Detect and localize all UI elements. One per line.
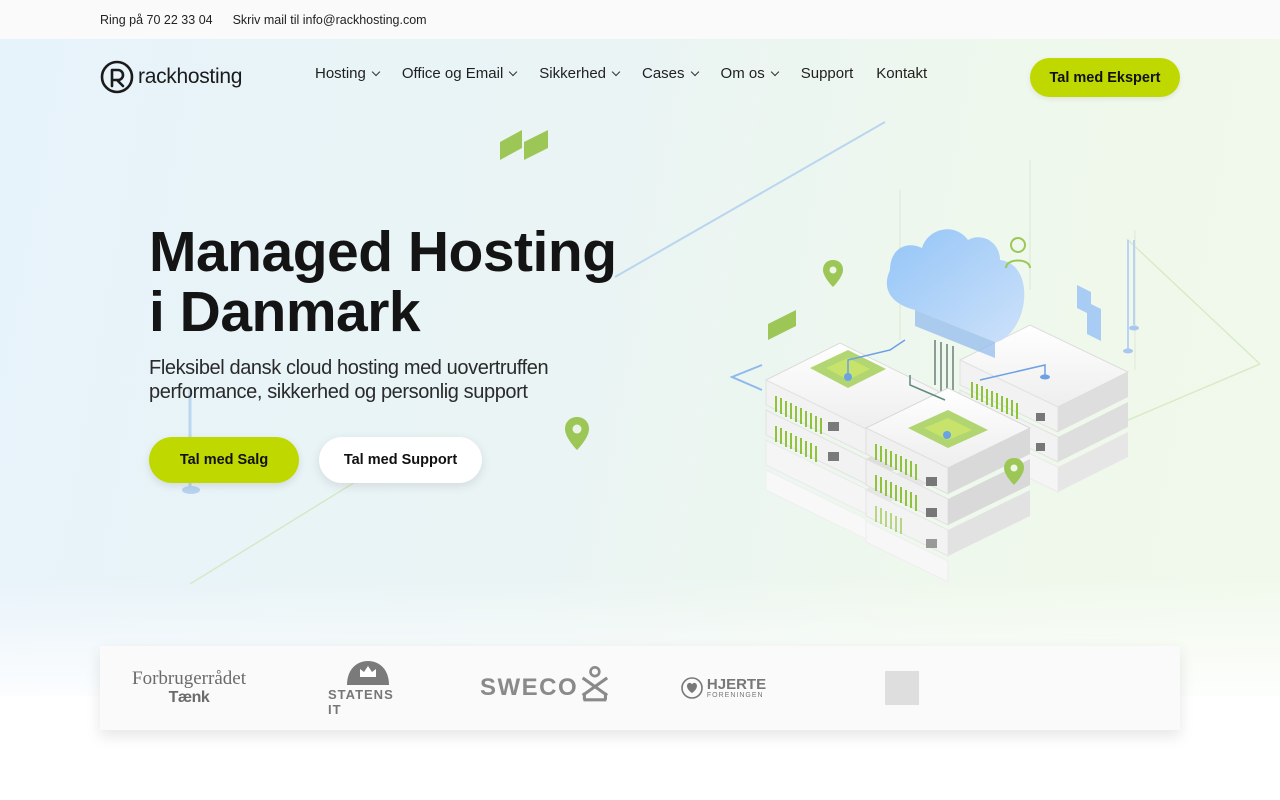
nav-item-label: Office og Email [401,65,504,82]
sweco-logo: SWECO [480,646,610,730]
hero-title-line2: i Danmark [149,280,421,344]
nav-item-label: Kontakt [876,65,928,82]
foreningen-text: FORENINGEN [706,691,764,699]
main-navigation: rackhosting Hosting Office og Email Sikk… [0,39,1280,115]
hero-title-line1: Managed Hosting [149,220,617,284]
talk-to-sales-button[interactable]: Tal med Salg [149,437,299,483]
chevron-down-icon [509,67,518,77]
statens-it-logo: STATENS IT [328,646,408,730]
nav-item-office-og-email[interactable]: Office og Email [401,65,518,82]
hero-subtitle: Fleksibel dansk cloud hosting med uovert… [149,357,549,403]
chevron-down-icon [770,67,779,77]
server-stack-front [864,387,1032,583]
location-pin-icon [823,260,843,287]
rackhosting-logo[interactable]: rackhosting [100,59,242,95]
hjerteforeningen-wordmark: HJERTE FORENINGEN [706,675,767,699]
nav-item-om-os[interactable]: Om os [720,65,779,82]
chevron-down-icon [690,67,699,77]
nav-item-hosting[interactable]: Hosting [315,65,381,82]
server-cloud-illustration [729,160,1139,583]
hero-title: Managed Hosting i Danmark [149,222,617,342]
nav-item-label: Om os [720,65,765,82]
nav-item-cases[interactable]: Cases [642,65,699,82]
green-stripes-icon [500,130,548,160]
nav-menu: Hosting Office og Email Sikkerhed Cases … [315,65,927,82]
email-link[interactable]: Skriv mail til info@rackhosting.com [233,13,427,27]
forbrugerraadet-logo-text: Forbrugerrådet [132,668,246,689]
crown-icon [347,661,389,685]
green-block-icon [768,310,796,340]
nav-item-sikkerhed[interactable]: Sikkerhed [539,65,621,82]
sweco-figure-icon [581,666,609,702]
client-logos-bar: Forbrugerrådet Tænk STATENS IT SWECO HJE… [100,646,1180,730]
location-pin-icon [565,417,589,450]
logo-wordmark: rackhosting [138,65,243,88]
rackhosting-logo-icon [100,60,134,94]
blue-blocks-icon [1077,285,1101,341]
top-contact-bar: Ring på 70 22 33 04 Skriv mail til info@… [0,0,1280,39]
forbrugerraadet-taenk-logo: Forbrugerrådet Tænk [125,646,253,730]
hjerteforeningen-logo: HJERTE FORENINGEN [676,646,771,730]
nav-item-kontakt[interactable]: Kontakt [876,65,927,82]
nav-item-label: Cases [642,65,685,82]
client-logo-placeholder [885,646,919,730]
statens-it-text: STATENS IT [328,687,394,717]
nav-item-label: Sikkerhed [539,65,606,82]
nav-item-label: Support [800,65,854,82]
talk-to-support-button[interactable]: Tal med Support [319,437,482,483]
taenk-logo-text: Tænk [168,689,210,706]
hjerte-text: HJERTE [706,675,767,693]
nav-item-support[interactable]: Support [801,65,854,82]
logo-placeholder-box [885,671,919,705]
chevron-down-icon [611,67,621,77]
sweco-text: SWECO [480,674,579,701]
heart-icon [681,677,703,699]
phone-link[interactable]: Ring på 70 22 33 04 [100,13,213,27]
user-icon [1005,237,1031,269]
chevron-down-icon [371,67,381,77]
nav-item-label: Hosting [315,65,366,82]
talk-to-expert-button[interactable]: Tal med Ekspert [1030,58,1180,97]
